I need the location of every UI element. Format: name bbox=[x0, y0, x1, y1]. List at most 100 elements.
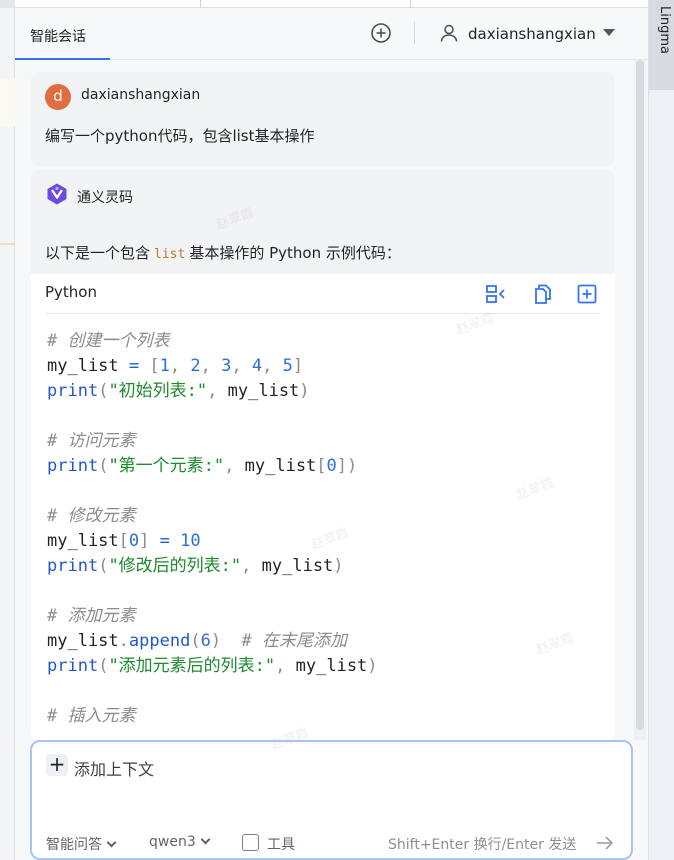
code-token: ( bbox=[98, 556, 109, 576]
code-line: my_list = [1, 2, 3, 4, 5] bbox=[47, 354, 378, 379]
lingma-tool-tab[interactable]: Lingma bbox=[649, 0, 674, 90]
user-message-text: 编写一个python代码，包含list基本操作 bbox=[45, 127, 315, 145]
code-token: ( bbox=[98, 456, 109, 476]
tab-separator bbox=[200, 0, 201, 8]
intro-text-before: 以下是一个包含 bbox=[45, 244, 151, 262]
mode-selector[interactable]: 智能问答 bbox=[46, 834, 117, 854]
copy-icon[interactable] bbox=[531, 282, 555, 306]
code-line: print("初始列表:", my_list) bbox=[47, 379, 378, 404]
chat-header: 智能会话 daxianshangxian bbox=[15, 8, 648, 60]
left-editor-gutter bbox=[0, 0, 15, 860]
account-name[interactable]: daxianshangxian bbox=[468, 25, 596, 43]
code-token: 3 bbox=[221, 356, 232, 376]
code-token: , bbox=[262, 356, 283, 376]
tools-label[interactable]: 工具 bbox=[267, 834, 295, 854]
top-tab-strip bbox=[15, 0, 648, 8]
add-context-icon[interactable]: + bbox=[46, 754, 68, 776]
code-token: = bbox=[118, 356, 150, 376]
gutter-line bbox=[0, 243, 15, 245]
add-context-button[interactable]: 添加上下文 bbox=[74, 756, 154, 780]
code-token: # 插入元素 bbox=[47, 706, 136, 726]
active-tab-indicator bbox=[15, 58, 110, 60]
code-token: 4 bbox=[251, 356, 263, 376]
inline-code: list bbox=[154, 247, 186, 262]
tab-smart-chat[interactable]: 智能会话 bbox=[30, 26, 86, 46]
code-line: # 访问元素 bbox=[47, 429, 378, 454]
code-token: 10 bbox=[180, 531, 201, 551]
gutter-highlight bbox=[0, 78, 15, 126]
code-token: ( bbox=[98, 381, 109, 401]
code-token: # 在末尾添加 bbox=[241, 631, 348, 651]
code-token: 2 bbox=[190, 356, 201, 376]
code-line: print("第一个元素:", my_list[0]) bbox=[47, 454, 378, 479]
code-token: ]) bbox=[336, 456, 358, 476]
code-token: ( bbox=[190, 631, 201, 651]
insert-code-icon[interactable] bbox=[484, 282, 508, 306]
code-line: print("添加元素后的列表:", my_list) bbox=[47, 654, 378, 679]
assistant-message: 通义灵码 以下是一个包含 list 基本操作的 Python 示例代码： Pytho… bbox=[31, 170, 615, 740]
code-token: ] bbox=[292, 356, 304, 376]
send-arrow-icon[interactable] bbox=[595, 834, 615, 852]
user-message: d daxianshangxian 编写一个python代码，包含list基本操… bbox=[31, 72, 615, 166]
assistant-name: 通义灵码 bbox=[77, 190, 133, 206]
code-token: # 修改元素 bbox=[47, 506, 136, 526]
tab-separator bbox=[410, 0, 411, 8]
chat-input-box[interactable]: + 添加上下文 智能问答 qwen3 工具 Shift+Enter 换行/Ent… bbox=[30, 740, 633, 860]
code-token: "初始列表:" bbox=[108, 381, 208, 401]
code-token: . bbox=[118, 631, 129, 651]
code-token: 0 bbox=[128, 531, 140, 551]
code-token: ] bbox=[139, 531, 150, 551]
code-token: ( bbox=[98, 656, 109, 676]
code-token: # 创建一个列表 bbox=[47, 331, 170, 351]
code-block-header: Python bbox=[31, 274, 615, 314]
code-token: append bbox=[128, 631, 191, 651]
code-block: Python # 创建一个列表 my_list = [1, 2, 3, 4, 5… bbox=[31, 274, 615, 740]
code-token: = bbox=[149, 531, 181, 551]
chevron-down-icon bbox=[106, 837, 117, 848]
code-token: # 添加元素 bbox=[47, 606, 136, 626]
account-dropdown-icon[interactable] bbox=[603, 29, 615, 36]
send-hint: Shift+Enter 换行/Enter 发送 bbox=[388, 837, 577, 853]
new-session-icon[interactable] bbox=[370, 22, 392, 44]
assistant-intro: 以下是一个包含 list 基本操作的 Python 示例代码： bbox=[45, 242, 401, 263]
code-token: 5 bbox=[282, 356, 293, 376]
code-token: 6 bbox=[200, 631, 211, 651]
tools-checkbox[interactable] bbox=[242, 834, 259, 851]
code-token: my_list bbox=[47, 356, 119, 376]
right-tool-rail: Lingma bbox=[648, 0, 674, 860]
code-token: , bbox=[231, 356, 252, 376]
code-token: "第一个元素:" bbox=[108, 456, 225, 476]
mode-label: 智能问答 bbox=[46, 837, 102, 853]
code-token: ) bbox=[367, 656, 378, 676]
code-token: my_list bbox=[227, 381, 300, 401]
code-token: , bbox=[224, 456, 245, 476]
code-token: , bbox=[241, 556, 262, 576]
code-token: print bbox=[47, 556, 99, 576]
code-language: Python bbox=[45, 283, 97, 301]
code-token: 1 bbox=[159, 356, 170, 376]
code-token: , bbox=[275, 656, 296, 676]
code-content: # 创建一个列表 my_list = [1, 2, 3, 4, 5] print("… bbox=[47, 329, 378, 729]
user-icon[interactable] bbox=[439, 23, 459, 43]
code-token: , bbox=[200, 356, 222, 376]
scrollbar-thumb[interactable] bbox=[636, 60, 644, 730]
model-label: qwen3 bbox=[149, 834, 196, 850]
model-selector[interactable]: qwen3 bbox=[149, 834, 211, 850]
chat-scrollbar[interactable] bbox=[634, 60, 646, 740]
code-token: my_list bbox=[244, 456, 317, 476]
header-divider bbox=[414, 22, 415, 44]
code-token: my_list bbox=[47, 631, 119, 651]
code-token: my_list bbox=[47, 531, 119, 551]
user-message-author: daxianshangxian bbox=[81, 87, 201, 103]
new-file-icon[interactable] bbox=[575, 282, 599, 306]
code-token: print bbox=[47, 656, 99, 676]
code-line: # 修改元素 bbox=[47, 504, 378, 529]
code-line: # 创建一个列表 bbox=[47, 329, 378, 354]
code-header-divider bbox=[45, 313, 600, 314]
code-token: my_list bbox=[295, 656, 368, 676]
lingma-tab-label: Lingma bbox=[657, 6, 672, 54]
